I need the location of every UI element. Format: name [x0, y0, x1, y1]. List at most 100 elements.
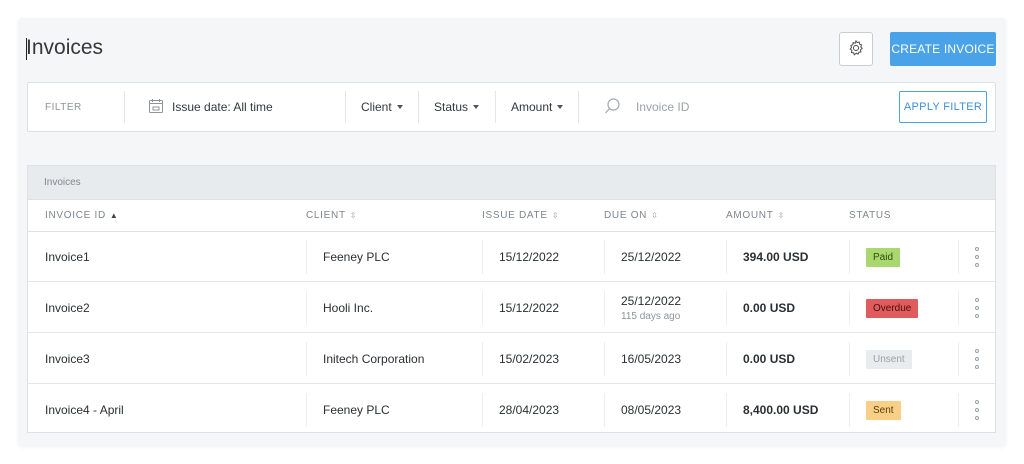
status-cell: Overdue	[866, 283, 919, 333]
kebab-dot-icon	[975, 298, 979, 302]
table-caption: Invoices	[28, 166, 995, 200]
filter-bar: FILTER Issue date: All time Client Statu…	[27, 82, 996, 132]
page-title: Invoices	[26, 36, 104, 59]
gear-icon	[847, 39, 865, 60]
divider	[345, 91, 346, 123]
due-date: 25/12/2022	[621, 250, 682, 264]
due-date-cell: 08/05/2023	[621, 385, 681, 435]
column-header-label: ISSUE DATE	[482, 210, 548, 221]
issue-date-cell: 15/12/2022	[499, 301, 560, 315]
client-cell: Feeney PLC	[323, 250, 390, 264]
column-header-status: STATUS	[849, 200, 891, 232]
divider	[578, 91, 579, 123]
issue-date-filter[interactable]: Issue date: All time	[148, 83, 273, 131]
table-row[interactable]: Invoice3 Initech Corporation 15/02/2023 …	[28, 334, 995, 384]
filter-label: FILTER	[45, 101, 82, 113]
invoice-id-cell: Invoice4 - April	[45, 403, 124, 417]
issue-date-cell: 15/02/2023	[499, 352, 560, 366]
column-header-label: STATUS	[849, 210, 892, 221]
issue-date-filter-label: Issue date: All time	[172, 100, 273, 114]
divider	[418, 91, 419, 123]
due-date-cell: 25/12/2022	[621, 232, 681, 282]
due-date-cell: 16/05/2023	[621, 334, 681, 384]
amount-cell: 8,400.00 USD	[743, 403, 819, 417]
status-filter-label: Status	[434, 100, 469, 114]
amount-cell: 0.00 USD	[743, 301, 796, 315]
amount-filter-label: Amount	[511, 100, 553, 114]
amount-cell: 0.00 USD	[743, 352, 796, 366]
table-row[interactable]: Invoice1 Feeney PLC 15/12/2022 25/12/202…	[28, 232, 995, 282]
table-row[interactable]: Invoice4 - April Feeney PLC 28/04/2023 0…	[28, 385, 995, 435]
kebab-dot-icon	[975, 314, 979, 318]
settings-button[interactable]	[839, 32, 873, 66]
sort-icon: ⇳	[651, 211, 659, 220]
column-header-label: AMOUNT	[726, 210, 774, 221]
kebab-dot-icon	[975, 255, 979, 259]
chevron-down-icon	[473, 105, 480, 109]
status-cell: Paid	[866, 232, 901, 282]
column-header-label: DUE ON	[604, 210, 648, 221]
kebab-dot-icon	[975, 357, 979, 361]
due-date: 25/12/2022	[621, 294, 682, 308]
column-header-issue-date[interactable]: ISSUE DATE ⇳	[482, 200, 559, 232]
divider	[124, 91, 125, 123]
kebab-dot-icon	[975, 349, 979, 353]
chevron-down-icon	[557, 105, 564, 109]
table-row[interactable]: Invoice2 Hooli Inc. 15/12/2022 25/12/202…	[28, 283, 995, 333]
invoice-id-cell: Invoice3	[45, 352, 90, 366]
client-filter-label: Client	[361, 100, 392, 114]
row-actions-menu[interactable]	[972, 400, 982, 420]
row-actions-menu[interactable]	[972, 247, 982, 267]
invoice-search	[604, 83, 786, 131]
kebab-dot-icon	[975, 247, 979, 251]
calendar-icon	[148, 98, 164, 117]
due-date-note: 115 days ago	[621, 311, 681, 322]
kebab-dot-icon	[975, 416, 979, 420]
chevron-down-icon	[396, 105, 403, 109]
row-actions-menu[interactable]	[972, 349, 982, 369]
kebab-dot-icon	[975, 400, 979, 404]
apply-filter-button[interactable]: APPLY FILTER	[899, 91, 987, 123]
due-date-cell: 25/12/2022 115 days ago	[621, 283, 681, 333]
issue-date-cell: 15/12/2022	[499, 250, 560, 264]
invoice-id-search-input[interactable]	[636, 100, 786, 114]
status-badge: Overdue	[866, 298, 919, 318]
column-header-label: CLIENT	[306, 210, 346, 221]
invoice-id-cell: Invoice2	[45, 301, 90, 315]
client-cell: Initech Corporation	[323, 352, 425, 366]
search-icon	[604, 97, 622, 118]
column-header-due-on[interactable]: DUE ON ⇳	[604, 200, 659, 232]
kebab-dot-icon	[975, 365, 979, 369]
sort-icon: ⇳	[777, 211, 785, 220]
invoice-id-cell: Invoice1	[45, 250, 90, 264]
table-header: INVOICE ID ▲ CLIENT ⇳ ISSUE DATE ⇳ DUE ON ⇳ …	[28, 200, 995, 232]
amount-filter-dropdown[interactable]: Amount	[511, 83, 564, 131]
due-date: 16/05/2023	[621, 352, 682, 366]
client-cell: Hooli Inc.	[323, 301, 374, 315]
amount-cell: 394.00 USD	[743, 250, 809, 264]
invoices-table: Invoices INVOICE ID ▲ CLIENT ⇳ ISSUE DATE ⇳…	[27, 165, 996, 433]
status-badge: Unsent	[866, 349, 912, 369]
column-header-amount[interactable]: AMOUNT ⇳	[726, 200, 785, 232]
kebab-dot-icon	[975, 306, 979, 310]
issue-date-cell: 28/04/2023	[499, 403, 560, 417]
kebab-dot-icon	[975, 408, 979, 412]
sort-icon: ⇳	[551, 211, 560, 220]
status-filter-dropdown[interactable]: Status	[434, 83, 480, 131]
column-header-client[interactable]: CLIENT ⇳	[306, 200, 357, 232]
status-cell: Unsent	[866, 334, 912, 384]
kebab-dot-icon	[975, 263, 979, 267]
client-filter-dropdown[interactable]: Client	[361, 83, 403, 131]
client-cell: Feeney PLC	[323, 403, 390, 417]
column-header-invoice-id[interactable]: INVOICE ID ▲	[45, 200, 119, 232]
due-date: 08/05/2023	[621, 403, 682, 417]
status-badge: Sent	[866, 400, 901, 420]
sort-icon: ⇳	[349, 211, 358, 220]
text-cursor	[26, 38, 27, 60]
column-header-label: INVOICE ID	[45, 210, 106, 221]
create-invoice-button[interactable]: CREATE INVOICE	[890, 32, 996, 66]
row-actions-menu[interactable]	[972, 298, 982, 318]
status-badge: Paid	[866, 247, 901, 267]
sort-asc-icon: ▲	[109, 211, 119, 220]
status-cell: Sent	[866, 385, 901, 435]
